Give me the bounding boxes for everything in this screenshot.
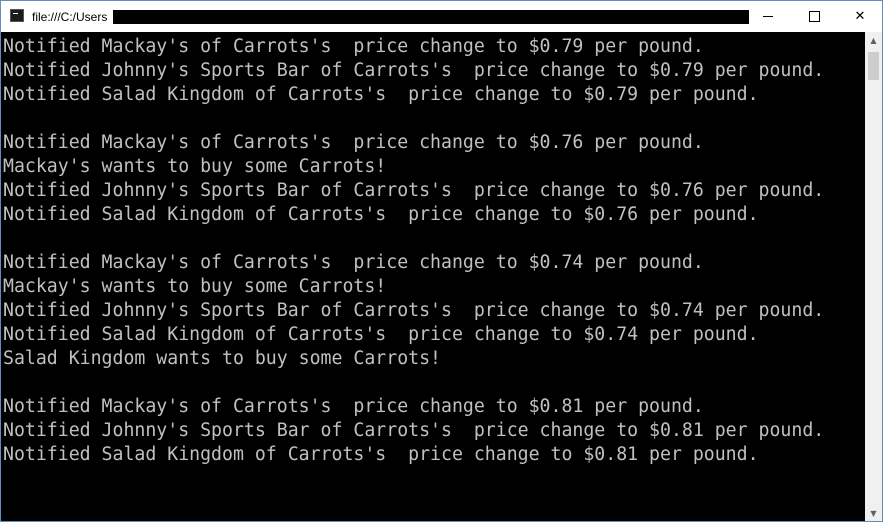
console-line: Notified Salad Kingdom of Carrots's pric… — [3, 204, 759, 225]
console-line: Notified Mackay's of Carrots's price cha… — [3, 36, 704, 57]
console-line: Notified Johnny's Sports Bar of Carrots'… — [3, 180, 825, 201]
console-line: Mackay's wants to buy some Carrots! — [3, 276, 387, 297]
maximize-icon — [808, 11, 820, 22]
close-button[interactable]: ✕ — [837, 1, 882, 32]
console-output[interactable]: Notified Mackay's of Carrots's price cha… — [1, 32, 865, 521]
console-line: Notified Johnny's Sports Bar of Carrots'… — [3, 300, 825, 321]
minimize-button[interactable] — [745, 1, 791, 32]
console-line: Notified Salad Kingdom of Carrots's pric… — [3, 324, 759, 345]
scroll-down-button[interactable]: ▼ — [865, 505, 882, 521]
window-title: file:///C:/Users — [32, 10, 108, 24]
console-line: Salad Kingdom wants to buy some Carrots! — [3, 348, 441, 369]
console-line: Notified Johnny's Sports Bar of Carrots'… — [3, 60, 825, 81]
console-line: Notified Johnny's Sports Bar of Carrots'… — [3, 420, 825, 441]
console-line: Notified Salad Kingdom of Carrots's pric… — [3, 444, 759, 465]
console-line: Notified Mackay's of Carrots's price cha… — [3, 396, 704, 417]
chevron-up-icon: ▲ — [870, 36, 877, 45]
minimize-icon — [763, 16, 773, 17]
chevron-down-icon: ▼ — [870, 509, 877, 518]
console-window: file:///C:/Users ✕ Notified Mackay's of … — [0, 0, 883, 522]
vertical-scrollbar[interactable]: ▲ ▼ — [865, 32, 882, 521]
scroll-thumb[interactable] — [868, 52, 879, 80]
console-line: Mackay's wants to buy some Carrots! — [3, 156, 387, 177]
console-line: Notified Salad Kingdom of Carrots's pric… — [3, 84, 759, 105]
console-line: Notified Mackay's of Carrots's price cha… — [3, 132, 704, 153]
console-line: Notified Mackay's of Carrots's price cha… — [3, 252, 704, 273]
title-bar[interactable]: file:///C:/Users ✕ — [1, 1, 882, 32]
close-icon: ✕ — [854, 9, 866, 24]
maximize-button[interactable] — [791, 1, 837, 32]
scroll-up-button[interactable]: ▲ — [865, 32, 882, 49]
redacted-path-bar — [113, 10, 749, 24]
console-app-icon — [10, 9, 24, 22]
